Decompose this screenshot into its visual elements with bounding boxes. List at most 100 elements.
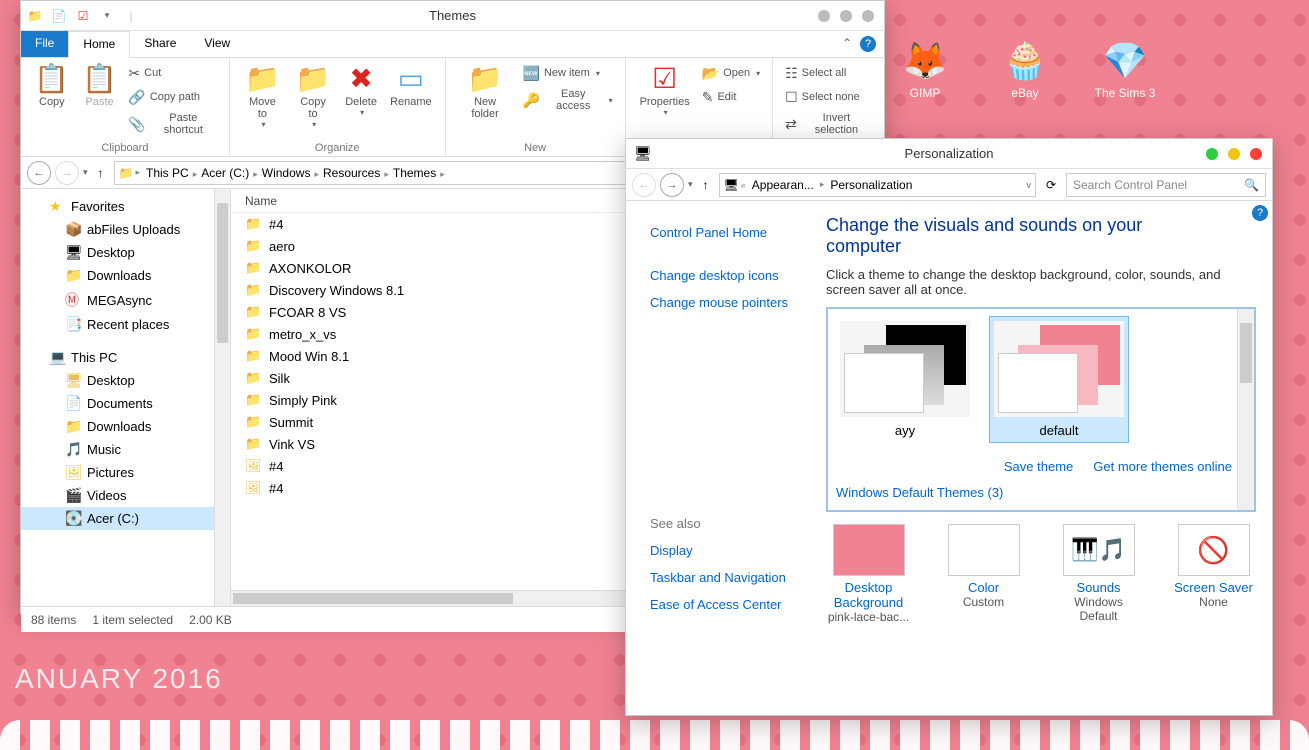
sidebar-item-downloads[interactable]: 📁Downloads xyxy=(21,415,230,438)
group-label-clipboard: Clipboard xyxy=(29,142,221,154)
themes-scrollbar[interactable] xyxy=(1237,309,1254,510)
explorer-titlebar: 📁 📄 ☑ ▾ | Themes xyxy=(21,1,884,31)
sidebar-favorites[interactable]: ★Favorites xyxy=(21,195,230,218)
help-icon[interactable]: ? xyxy=(1252,205,1268,221)
status-selected: 1 item selected xyxy=(92,613,173,627)
refresh-button[interactable]: ⟳ xyxy=(1040,178,1062,192)
desktop-date-widget: ANUARY 2016 xyxy=(15,663,223,695)
properties-icon[interactable]: ☑ xyxy=(75,8,91,24)
sidebar-item-abfiles-uploads[interactable]: 📦abFiles Uploads xyxy=(21,218,230,241)
back-button[interactable]: ← xyxy=(27,161,51,185)
theme-default[interactable]: default xyxy=(990,317,1128,442)
sidebar-item-desktop[interactable]: 🖥Desktop xyxy=(21,241,230,264)
sidebar-item-documents[interactable]: 📄Documents xyxy=(21,392,230,415)
address-bar: ← → ▾ ↑ 🖥« Appearan...▸ Personalization … xyxy=(626,169,1272,201)
invert-selection-button[interactable]: ⇄Invert selection xyxy=(781,110,876,138)
more-themes-link[interactable]: Get more themes online xyxy=(1093,459,1232,474)
tab-file[interactable]: File xyxy=(21,31,68,57)
up-button[interactable]: ↑ xyxy=(697,178,715,192)
close-button[interactable] xyxy=(862,10,874,22)
quick-access-toolbar: 📁 📄 ☑ ▾ | xyxy=(21,8,139,24)
search-input[interactable]: Search Control Panel🔍 xyxy=(1066,173,1266,197)
cut-button[interactable]: ✂Cut xyxy=(124,62,220,84)
collapse-ribbon-icon[interactable]: ⌃ xyxy=(834,31,860,57)
paste-shortcut-button[interactable]: 📎Paste shortcut xyxy=(124,110,220,138)
sidebar-link[interactable]: Change desktop icons xyxy=(650,262,826,289)
setting-sounds[interactable]: 🎹🎵SoundsWindows Default xyxy=(1056,524,1141,624)
nav-pane: ★Favorites 📦abFiles Uploads🖥Desktop📁Down… xyxy=(21,189,231,606)
copy-button[interactable]: 📋Copy xyxy=(29,62,75,110)
minimize-button[interactable] xyxy=(1206,148,1218,160)
edit-button[interactable]: ✎Edit xyxy=(698,86,764,108)
easy-access-button[interactable]: 🔑Easy access xyxy=(519,86,617,114)
status-size: 2.00 KB xyxy=(189,613,232,627)
move-to-button[interactable]: 📁Move to xyxy=(238,62,287,131)
control-panel-home-link[interactable]: Control Panel Home xyxy=(650,219,826,246)
tab-home[interactable]: Home xyxy=(68,31,130,58)
select-none-button[interactable]: ☐Select none xyxy=(781,86,876,108)
tab-share[interactable]: Share xyxy=(130,31,190,57)
minimize-button[interactable] xyxy=(818,10,830,22)
page-heading: Change the visuals and sounds on your co… xyxy=(826,215,1256,257)
sidebar-item-megasync[interactable]: ⓂMEGAsync xyxy=(21,287,230,313)
desktop-icon-the-sims-3[interactable]: 💎The Sims 3 xyxy=(1085,40,1165,100)
properties-button[interactable]: ☑Properties xyxy=(634,62,696,119)
close-button[interactable] xyxy=(1250,148,1262,160)
personalization-sidebar: Control Panel Home Change desktop iconsC… xyxy=(626,201,826,709)
sidebar-item-music[interactable]: 🎵Music xyxy=(21,438,230,461)
help-icon[interactable]: ? xyxy=(860,36,876,52)
new-folder-button[interactable]: 📁New folder xyxy=(454,62,517,122)
select-all-button[interactable]: ☷Select all xyxy=(781,62,876,84)
ribbon-tabs: File Home Share View ⌃ ? xyxy=(21,31,884,58)
breadcrumb-segment[interactable]: Resources xyxy=(319,166,384,180)
breadcrumb-segment[interactable]: This PC xyxy=(142,166,193,180)
maximize-button[interactable] xyxy=(840,10,852,22)
setting-color[interactable]: ColorCustom xyxy=(941,524,1026,624)
see-also-link[interactable]: Display xyxy=(650,537,826,564)
back-button[interactable]: ← xyxy=(632,173,656,197)
copy-to-button[interactable]: 📁Copy to xyxy=(289,62,337,131)
setting-screen-saver[interactable]: 🚫Screen SaverNone xyxy=(1171,524,1256,624)
maximize-button[interactable] xyxy=(1228,148,1240,160)
setting-desktop-background[interactable]: Desktop Backgroundpink-lace-bac... xyxy=(826,524,911,624)
forward-button[interactable]: → xyxy=(55,161,79,185)
sidebar-scrollbar[interactable] xyxy=(214,189,230,606)
desktop-icon-ebay[interactable]: 🧁eBay xyxy=(985,40,1065,100)
open-button[interactable]: 📂Open xyxy=(698,62,764,84)
sidebar-item-videos[interactable]: 🎬Videos xyxy=(21,484,230,507)
recent-locations-icon[interactable]: ▾ xyxy=(83,167,88,178)
sidebar-item-pictures[interactable]: 🖼Pictures xyxy=(21,461,230,484)
breadcrumb-segment[interactable]: Windows xyxy=(258,166,315,180)
qat-dropdown-icon[interactable]: ▾ xyxy=(99,8,115,24)
forward-button[interactable]: → xyxy=(660,173,684,197)
themes-category-label[interactable]: Windows Default Themes (3) xyxy=(836,485,1003,500)
sidebar-this-pc[interactable]: 💻This PC xyxy=(21,346,230,369)
breadcrumb-bar[interactable]: 🖥« Appearan...▸ Personalization v xyxy=(719,173,1036,197)
personalization-titlebar: 🖥 Personalization xyxy=(626,139,1272,169)
theme-ayy[interactable]: ayy xyxy=(836,317,974,442)
sidebar-link[interactable]: Change mouse pointers xyxy=(650,289,826,316)
new-doc-icon[interactable]: 📄 xyxy=(51,8,67,24)
recent-locations-icon[interactable]: ▾ xyxy=(688,179,693,190)
sidebar-item-acer--c--[interactable]: 💽Acer (C:) xyxy=(21,507,230,530)
sidebar-item-desktop[interactable]: 🖥Desktop xyxy=(21,369,230,392)
breadcrumb-segment[interactable]: Acer (C:) xyxy=(197,166,253,180)
see-also-link[interactable]: Taskbar and Navigation xyxy=(650,564,826,591)
copy-path-button[interactable]: 🔗Copy path xyxy=(124,86,220,108)
paste-button[interactable]: 📋Paste xyxy=(77,62,123,110)
desktop-icon-gimp[interactable]: 🦊GIMP xyxy=(885,40,965,100)
personalization-window: 🖥 Personalization ← → ▾ ↑ 🖥« Appearan...… xyxy=(625,138,1273,716)
breadcrumb-segment[interactable]: Themes xyxy=(389,166,440,180)
sidebar-item-recent-places[interactable]: 📑Recent places xyxy=(21,313,230,336)
group-label-new: New xyxy=(454,142,617,154)
status-item-count: 88 items xyxy=(31,613,76,627)
tab-view[interactable]: View xyxy=(190,31,244,57)
new-item-button[interactable]: 🆕New item xyxy=(519,62,617,84)
sidebar-item-downloads[interactable]: 📁Downloads xyxy=(21,264,230,287)
window-controls xyxy=(818,10,884,22)
delete-button[interactable]: ✖Delete xyxy=(339,62,383,119)
save-theme-link[interactable]: Save theme xyxy=(1004,459,1073,474)
rename-button[interactable]: ▭Rename xyxy=(385,62,437,110)
up-button[interactable]: ↑ xyxy=(92,166,110,180)
see-also-link[interactable]: Ease of Access Center xyxy=(650,591,826,618)
